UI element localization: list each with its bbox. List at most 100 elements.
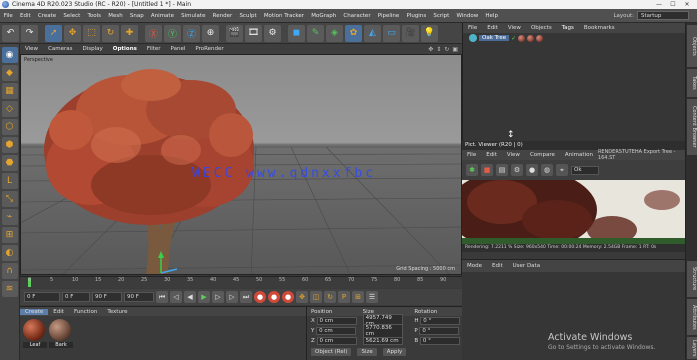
cube-icon[interactable]: ◼	[288, 24, 305, 42]
layout-select[interactable]: Startup	[637, 11, 689, 20]
close-button[interactable]: ✕	[681, 1, 693, 8]
prev-frame-icon[interactable]: ◀	[184, 291, 196, 303]
menu-help[interactable]: Help	[482, 13, 502, 19]
object-menu-file[interactable]: File	[463, 25, 482, 31]
menu-select[interactable]: Select	[60, 13, 84, 19]
tab-structure[interactable]: Structure	[687, 261, 697, 297]
pv-pin-icon[interactable]: ⌖	[556, 164, 568, 176]
array-icon[interactable]: ✿	[345, 24, 362, 42]
coordinate-mode-select[interactable]: Object (Rel)	[311, 348, 352, 356]
viewport-menu-options[interactable]: Options	[108, 46, 142, 52]
param-key-icon[interactable]: P	[338, 291, 350, 303]
viewport-menu-filter[interactable]: Filter	[142, 46, 166, 52]
goto-end-icon[interactable]: ⏭	[240, 291, 252, 303]
tab-takes[interactable]: Takes	[687, 69, 697, 97]
tab-layers[interactable]: Layers	[687, 337, 697, 359]
pan-icon[interactable]: ✥	[428, 46, 433, 53]
maximize-view-icon[interactable]: ▣	[452, 46, 458, 53]
deformer-icon[interactable]: ◭	[364, 24, 381, 42]
menu-plugins[interactable]: Plugins	[403, 13, 430, 19]
viewport-menu-view[interactable]: View	[20, 46, 43, 52]
orbit-icon[interactable]: ↻	[444, 46, 449, 53]
size-y-field[interactable]: 5770.836 cm	[362, 324, 403, 338]
move-icon[interactable]: ✥	[64, 24, 81, 42]
menu-snap[interactable]: Snap	[126, 13, 147, 19]
material-menu-texture[interactable]: Texture	[102, 309, 132, 315]
material-menu-function[interactable]: Function	[69, 309, 102, 315]
rotation-h-field[interactable]: 0 °	[420, 317, 461, 325]
attr-menu-user-data[interactable]: User Data	[508, 263, 545, 269]
pv-menu-compare[interactable]: Compare	[525, 152, 560, 158]
pv-menu-view[interactable]: View	[502, 152, 525, 158]
material-tag-icon[interactable]	[518, 34, 526, 42]
attr-menu-mode[interactable]: Mode	[462, 263, 487, 269]
menu-edit[interactable]: Edit	[16, 13, 34, 19]
next-key-icon[interactable]: ▷	[226, 291, 238, 303]
preview-end-field[interactable]: 90 F	[124, 292, 154, 302]
pv-stop-icon[interactable]: ■	[481, 164, 493, 176]
tab-attributes[interactable]: Attributes	[687, 299, 697, 335]
goto-start-icon[interactable]: ⏮	[156, 291, 168, 303]
current-frame-field[interactable]: 0 F	[62, 292, 90, 302]
pv-lens-icon[interactable]: ◍	[541, 164, 553, 176]
maximize-button[interactable]: ☐	[667, 1, 679, 8]
texture-mode-icon[interactable]: ▦	[1, 83, 18, 99]
magnet-icon[interactable]: ∩	[1, 263, 18, 279]
rotate-icon[interactable]: ↻	[102, 24, 119, 42]
material-swatch-bark[interactable]: Bark	[49, 319, 73, 348]
viewport-menu-panel[interactable]: Panel	[166, 46, 191, 52]
workplane-icon[interactable]: ◇	[1, 101, 18, 117]
material-tag-icon[interactable]	[536, 34, 544, 42]
next-frame-icon[interactable]: ▷	[212, 291, 224, 303]
light-icon[interactable]: 💡	[421, 24, 438, 42]
zoom-icon[interactable]: ⇕	[436, 46, 441, 53]
menu-sculpt[interactable]: Sculpt	[236, 13, 260, 19]
pv-save-icon[interactable]: ▤	[496, 164, 508, 176]
menu-file[interactable]: File	[0, 13, 16, 19]
sculpt-icon[interactable]: ≋	[1, 281, 18, 297]
pv-settings-icon[interactable]: ⚙	[511, 164, 523, 176]
scale-icon[interactable]: ⬚	[83, 24, 100, 42]
polygons-mode-icon[interactable]: ⬣	[1, 155, 18, 171]
render-view-icon[interactable]: 🎬	[226, 24, 243, 42]
pv-sphere-icon[interactable]: ●	[526, 164, 538, 176]
object-menu-bookmarks[interactable]: Bookmarks	[579, 25, 620, 31]
play-icon[interactable]: ▶	[198, 291, 210, 303]
object-menu-objects[interactable]: Objects	[526, 25, 557, 31]
menu-window[interactable]: Window	[453, 13, 482, 19]
pla-key-icon[interactable]: ⊞	[352, 291, 364, 303]
edges-mode-icon[interactable]: ⬢	[1, 137, 18, 153]
viewport-menu-prorender[interactable]: ProRender	[190, 46, 228, 52]
menu-mograph[interactable]: MoGraph	[308, 13, 340, 19]
end-frame-field[interactable]: 90 F	[92, 292, 122, 302]
menu-mesh[interactable]: Mesh	[105, 13, 127, 19]
prev-key-icon[interactable]: ◁	[170, 291, 182, 303]
render-settings-icon[interactable]: ⚙	[264, 24, 281, 42]
size-mode-select[interactable]: Size	[357, 348, 377, 356]
rotate-key-icon[interactable]: ↻	[324, 291, 336, 303]
move-key-icon[interactable]: ✥	[296, 291, 308, 303]
live-selection-icon[interactable]: ➚	[45, 24, 62, 42]
record-icon[interactable]: ●	[254, 291, 266, 303]
menu-tools[interactable]: Tools	[84, 13, 105, 19]
menu-script[interactable]: Script	[430, 13, 453, 19]
viewport-menu-cameras[interactable]: Cameras	[43, 46, 77, 52]
material-menu-edit[interactable]: Edit	[48, 309, 69, 315]
menu-simulate[interactable]: Simulate	[178, 13, 210, 19]
points-mode-icon[interactable]: ⬡	[1, 119, 18, 135]
rotation-b-field[interactable]: 0 °	[419, 337, 460, 345]
recent-tools-icon[interactable]: ✚	[121, 24, 138, 42]
x-axis-icon[interactable]: Ⓧ	[145, 24, 162, 42]
undo-icon[interactable]: ↶	[2, 24, 19, 42]
snap-icon[interactable]: ⌁	[1, 209, 18, 225]
render-to-picture-viewer-icon[interactable]: 🎞	[245, 24, 262, 42]
apply-button[interactable]: Apply	[382, 348, 407, 356]
start-frame-field[interactable]: 0 F	[24, 292, 60, 302]
menu-character[interactable]: Character	[340, 13, 374, 19]
visibility-check-icon[interactable]: ✓	[511, 35, 516, 42]
pv-zoom-select[interactable]: Ok	[571, 165, 599, 175]
locked-workplane-icon[interactable]: ⊞	[1, 227, 18, 243]
coordinate-system-icon[interactable]: ⊕	[202, 24, 219, 42]
camera-icon[interactable]: 🎥	[402, 24, 419, 42]
size-z-field[interactable]: 5621.69 cm	[362, 337, 403, 345]
